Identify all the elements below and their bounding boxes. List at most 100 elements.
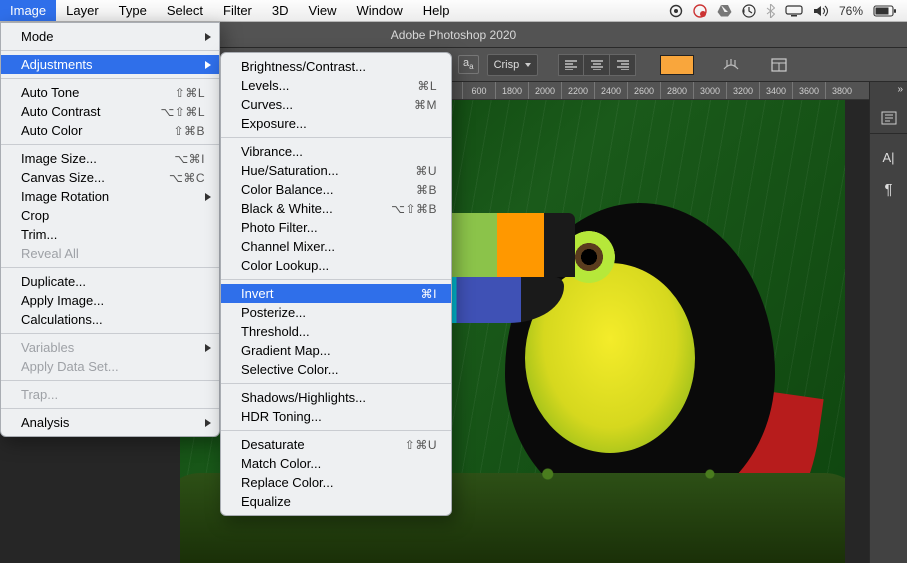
- align-left-button[interactable]: [558, 54, 584, 76]
- adjustments-menu-black-white[interactable]: Black & White... ⌥⇧⌘B: [221, 199, 451, 218]
- adjustments-menu-threshold[interactable]: Threshold...: [221, 322, 451, 341]
- status-icon-battery: [873, 5, 897, 17]
- menu-item-label: Gradient Map...: [241, 343, 437, 358]
- menu-item-label: Shadows/Highlights...: [241, 390, 437, 405]
- properties-panel-icon[interactable]: [870, 112, 907, 134]
- image-menu-apply-data-set: Apply Data Set...: [1, 357, 219, 376]
- character-panel-icon[interactable]: A|: [877, 146, 901, 168]
- menu-item-label: Desaturate: [241, 437, 391, 452]
- panels-toggle-button[interactable]: [766, 54, 792, 76]
- image-menu-auto-contrast[interactable]: Auto Contrast⌥⇧⌘L: [1, 102, 219, 121]
- status-icon-volume: [813, 5, 829, 17]
- text-color-swatch[interactable]: [660, 55, 694, 75]
- menu-item-label: Invert: [241, 286, 407, 301]
- submenu-arrow-icon: [205, 193, 211, 201]
- image-menu-trim[interactable]: Trim...: [1, 225, 219, 244]
- adjustments-menu-exposure[interactable]: Exposure...: [221, 114, 451, 133]
- menu-item-label: Curves...: [241, 97, 400, 112]
- adjustments-menu-vibrance[interactable]: Vibrance...: [221, 142, 451, 161]
- adjustments-menu-posterize[interactable]: Posterize...: [221, 303, 451, 322]
- adjustments-menu-gradient-map[interactable]: Gradient Map...: [221, 341, 451, 360]
- status-icon-circle: [669, 4, 683, 18]
- image-menu-adjustments[interactable]: Adjustments: [1, 55, 219, 74]
- adjustments-menu-equalize[interactable]: Equalize: [221, 492, 451, 511]
- menu-item-shortcut: ⇧⌘U: [405, 438, 437, 452]
- adjustments-menu-selective-color[interactable]: Selective Color...: [221, 360, 451, 379]
- adjustments-menu-desaturate[interactable]: Desaturate ⇧⌘U: [221, 435, 451, 454]
- image-menu-apply-image[interactable]: Apply Image...: [1, 291, 219, 310]
- image-menu-image-rotation[interactable]: Image Rotation: [1, 187, 219, 206]
- image-menu-image-size[interactable]: Image Size...⌥⌘I: [1, 149, 219, 168]
- adjustments-menu-color-balance[interactable]: Color Balance... ⌘B: [221, 180, 451, 199]
- menu-item-label: Canvas Size...: [21, 170, 155, 185]
- panel-strip: » A| ¶: [869, 82, 907, 563]
- menubar-item-3d[interactable]: 3D: [262, 0, 299, 21]
- app-title: Adobe Photoshop 2020: [391, 28, 516, 42]
- menubar-item-help[interactable]: Help: [413, 0, 460, 21]
- menu-item-label: Black & White...: [241, 201, 377, 216]
- image-menu-separator: [1, 50, 219, 51]
- menubar-item-filter[interactable]: Filter: [213, 0, 262, 21]
- status-icon-bluetooth: [766, 4, 775, 18]
- adjustments-menu-hue-saturation[interactable]: Hue/Saturation...⌘U: [221, 161, 451, 180]
- adjustments-menu-levels[interactable]: Levels... ⌘L: [221, 76, 451, 95]
- menubar-item-select[interactable]: Select: [157, 0, 213, 21]
- align-center-button[interactable]: [584, 54, 610, 76]
- adjustments-menu-hdr-toning[interactable]: HDR Toning...: [221, 407, 451, 426]
- menu-item-label: Trap...: [21, 387, 205, 402]
- adjustments-menu-photo-filter[interactable]: Photo Filter...: [221, 218, 451, 237]
- adjustments-menu-shadows-highlights[interactable]: Shadows/Highlights...: [221, 388, 451, 407]
- image-menu-auto-color[interactable]: Auto Color⇧⌘B: [1, 121, 219, 140]
- image-menu-calculations[interactable]: Calculations...: [1, 310, 219, 329]
- menu-item-label: Equalize: [241, 494, 437, 509]
- menu-item-shortcut: ⌘I: [421, 287, 437, 301]
- menu-item-label: Auto Color: [21, 123, 159, 138]
- ruler-tick: 1800: [495, 82, 528, 99]
- ruler-tick: 2200: [561, 82, 594, 99]
- image-menu-mode[interactable]: Mode: [1, 27, 219, 46]
- adjustments-menu-color-lookup[interactable]: Color Lookup...: [221, 256, 451, 275]
- menu-item-label: Color Lookup...: [241, 258, 437, 273]
- adjustments-menu-invert[interactable]: Invert ⌘I: [221, 284, 451, 303]
- align-right-button[interactable]: [610, 54, 636, 76]
- status-icon-display: [785, 5, 803, 17]
- menubar-item-view[interactable]: View: [299, 0, 347, 21]
- adjustments-menu-match-color[interactable]: Match Color...: [221, 454, 451, 473]
- mac-menubar: ImageLayerTypeSelectFilter3DViewWindowHe…: [0, 0, 907, 22]
- warp-text-button[interactable]: [718, 54, 744, 76]
- adjustments-menu-replace-color[interactable]: Replace Color...: [221, 473, 451, 492]
- menu-item-label: Adjustments: [21, 57, 205, 72]
- menu-item-shortcut: ⌥⇧⌘B: [391, 202, 437, 216]
- menu-item-label: Variables: [21, 340, 205, 355]
- menubar-item-layer[interactable]: Layer: [56, 0, 109, 21]
- antialias-select[interactable]: Crisp: [487, 54, 539, 76]
- menu-item-shortcut: ⌘L: [417, 79, 437, 93]
- menubar-item-type[interactable]: Type: [109, 0, 157, 21]
- menubar-item-image[interactable]: Image: [0, 0, 56, 21]
- adjustments-menu-curves[interactable]: Curves...⌘M: [221, 95, 451, 114]
- menu-item-label: Mode: [21, 29, 205, 44]
- menu-item-label: Selective Color...: [241, 362, 437, 377]
- image-menu-auto-tone[interactable]: Auto Tone⇧⌘L: [1, 83, 219, 102]
- menu-item-label: Duplicate...: [21, 274, 205, 289]
- image-menu-crop[interactable]: Crop: [1, 206, 219, 225]
- menu-item-label: Calculations...: [21, 312, 205, 327]
- image-menu-canvas-size[interactable]: Canvas Size...⌥⌘C: [1, 168, 219, 187]
- collapse-panels-icon[interactable]: »: [897, 84, 903, 95]
- menu-item-label: Auto Tone: [21, 85, 161, 100]
- menubar-item-window[interactable]: Window: [346, 0, 412, 21]
- paragraph-panel-icon[interactable]: ¶: [877, 178, 901, 200]
- menu-item-label: Channel Mixer...: [241, 239, 437, 254]
- adjustments-menu-brightness-contrast[interactable]: Brightness/Contrast...: [221, 57, 451, 76]
- menu-item-shortcut: ⌥⌘I: [174, 152, 205, 166]
- menu-item-shortcut: ⌘B: [416, 183, 437, 197]
- menu-item-label: Color Balance...: [241, 182, 402, 197]
- image-menu-duplicate[interactable]: Duplicate...: [1, 272, 219, 291]
- ruler-tick: 2000: [528, 82, 561, 99]
- menu-item-label: Auto Contrast: [21, 104, 146, 119]
- image-menu-separator: [1, 333, 219, 334]
- adjustments-menu-channel-mixer[interactable]: Channel Mixer...: [221, 237, 451, 256]
- image-menu-analysis[interactable]: Analysis: [1, 413, 219, 432]
- menu-item-label: Levels...: [241, 78, 403, 93]
- ruler-tick: 3200: [726, 82, 759, 99]
